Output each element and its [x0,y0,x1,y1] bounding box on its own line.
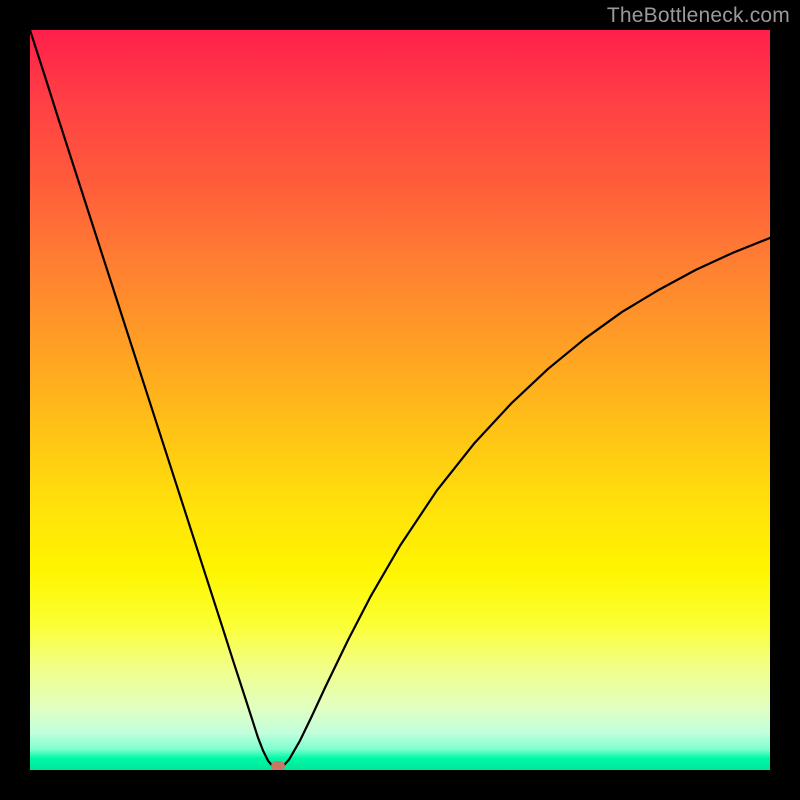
optimum-marker [271,761,285,770]
bottleneck-curve [30,30,770,769]
watermark-text: TheBottleneck.com [607,4,790,28]
chart-frame: TheBottleneck.com [0,0,800,800]
plot-area [30,30,770,770]
curve-svg [30,30,770,770]
